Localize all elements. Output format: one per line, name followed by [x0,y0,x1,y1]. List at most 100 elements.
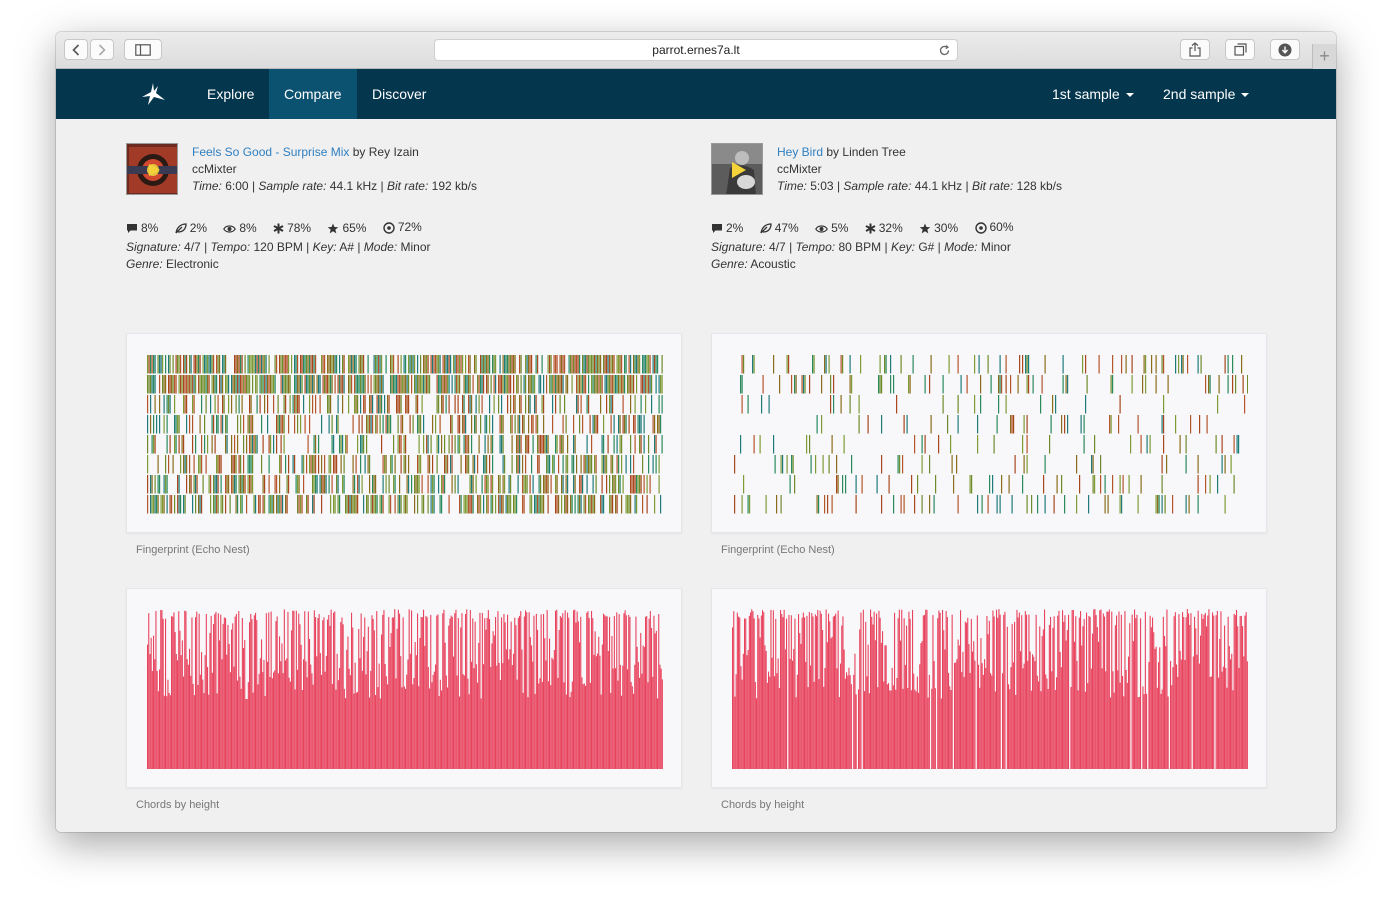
nav-explore[interactable]: Explore [192,69,269,119]
track-genre: Genre: Electronic [126,256,435,273]
caret-down-icon [1241,93,1250,98]
album-cover[interactable] [126,143,178,195]
nav-compare[interactable]: Compare [269,69,357,119]
share-icon[interactable] [1180,39,1210,60]
track-source: ccMixter [192,162,237,176]
track-properties: Signature: 4/7 | Tempo: 120 BPM | Key: A… [126,239,431,254]
mode-label: Mode: [944,239,978,254]
genre-value: Electronic [166,256,219,271]
stat-row: 8% 2% 8% 78% 65% 72% [126,219,435,239]
fingerprint-panel [126,333,682,533]
site-navbar: Explore Compare Discover 1st sample 2nd … [56,69,1336,119]
compare-content: Feels So Good - Surprise Mix by Rey Izai… [56,119,1336,832]
album-cover[interactable] [711,143,763,195]
fingerprint-caption: Fingerprint (Echo Nest) [136,544,250,556]
bit-rate-value: 192 kb/s [431,179,478,193]
new-tab-icon[interactable]: + [1312,44,1336,69]
time-value: 5:03 [810,179,834,193]
signature-value: 4/7 [769,239,786,254]
stat-danceability: 65% [342,220,367,235]
comment-icon [712,223,722,233]
stat-speechiness: 8% [141,220,159,235]
nav-discover[interactable]: Discover [357,69,441,119]
genre-value: Acoustic [750,256,796,271]
comment-icon [127,223,137,233]
mode-value: Minor [400,239,431,254]
tabs-icon[interactable] [1225,39,1255,60]
star-icon [919,223,931,233]
bit-rate-label: Bit rate: [386,179,429,193]
asterisk-icon [273,223,284,233]
chords-caption: Chords by height [136,799,220,811]
chords-visualization [732,609,1248,769]
bit-rate-value: 128 kb/s [1016,179,1063,193]
signature-label: Signature: [711,239,766,254]
tempo-label: Tempo: [210,239,251,254]
signature-label: Signature: [126,239,181,254]
tempo-value: 80 BPM [838,239,882,254]
tempo-label: Tempo: [795,239,836,254]
back-icon[interactable] [64,39,88,60]
caret-down-icon [1125,93,1134,98]
key-value: G# [918,239,935,254]
second-sample-dropdown[interactable]: 2nd sample [1148,69,1264,119]
signature-value: 4/7 [184,239,201,254]
sample-rate-value: 44.1 kHz [914,179,963,193]
track-properties: Signature: 4/7 | Tempo: 80 BPM | Key: G#… [711,239,1011,254]
first-sample-label: 1st sample [1052,86,1120,102]
sample-rate-label: Sample rate: [843,179,912,193]
chords-caption: Chords by height [721,799,805,811]
download-icon[interactable] [1270,39,1300,60]
fingerprint-caption: Fingerprint (Echo Nest) [721,544,835,556]
eye-icon [815,224,828,233]
target-icon [383,221,395,234]
key-label: Key: [890,239,915,254]
leaf-icon [175,222,187,233]
stat-speechiness: 2% [726,220,744,235]
stat-liveness: 8% [239,221,257,235]
track-stats: 8% 2% 8% 78% 65% 72% Signature: 4/7 | Te… [126,219,435,273]
by-text: by [352,145,366,159]
chords-visualization [147,609,663,769]
track-source: ccMixter [777,162,822,176]
browser-toolbar: parrot.ernes7a.lt + [56,32,1336,69]
track-meta: Hey Bird by Linden Tree ccMixter Time: 5… [777,145,1063,193]
url-text: parrot.ernes7a.lt [652,43,740,57]
track-meta: Feels So Good - Surprise Mix by Rey Izai… [192,145,478,193]
sample-rate-value: 44.1 kHz [329,179,378,193]
fingerprint-visualization [734,355,1248,514]
stat-valence: 60% [989,220,1014,234]
time-value: 6:00 [225,179,249,193]
track-title-link[interactable]: Hey Bird [777,145,823,159]
mode-label: Mode: [363,239,398,254]
tempo-value: 120 BPM [253,239,303,254]
forward-icon[interactable] [90,39,114,60]
bird-logo-icon[interactable] [138,81,168,112]
stat-row: 2% 47% 5% 32% 30% 60% [711,219,1027,239]
mode-value: Minor [980,239,1011,254]
url-bar[interactable]: parrot.ernes7a.lt [434,39,958,61]
fingerprint-visualization [147,355,663,514]
genre-label: Genre: [711,256,748,271]
stat-acousticness: 2% [189,220,208,235]
stat-energy: 78% [287,220,312,235]
artist-name: Rey Izain [368,145,419,159]
bit-rate-label: Bit rate: [971,179,1014,193]
leaf-icon [760,222,772,233]
first-sample-dropdown[interactable]: 1st sample [1037,69,1149,119]
stat-liveness: 5% [831,221,849,235]
genre-label: Genre: [126,256,163,271]
stat-valence: 72% [397,220,422,234]
artist-name: Linden Tree [842,145,906,159]
stat-danceability: 30% [934,220,959,235]
chords-panel [711,588,1267,788]
sidebar-icon[interactable] [124,39,162,60]
time-label: Time: [192,179,222,193]
fingerprint-panel [711,333,1267,533]
reload-icon[interactable] [938,43,951,63]
sample-rate-label: Sample rate: [258,179,327,193]
second-sample-label: 2nd sample [1163,86,1236,102]
target-icon [974,221,987,234]
track-title-link[interactable]: Feels So Good - Surprise Mix [192,145,349,159]
track-genre: Genre: Acoustic [711,256,1027,273]
